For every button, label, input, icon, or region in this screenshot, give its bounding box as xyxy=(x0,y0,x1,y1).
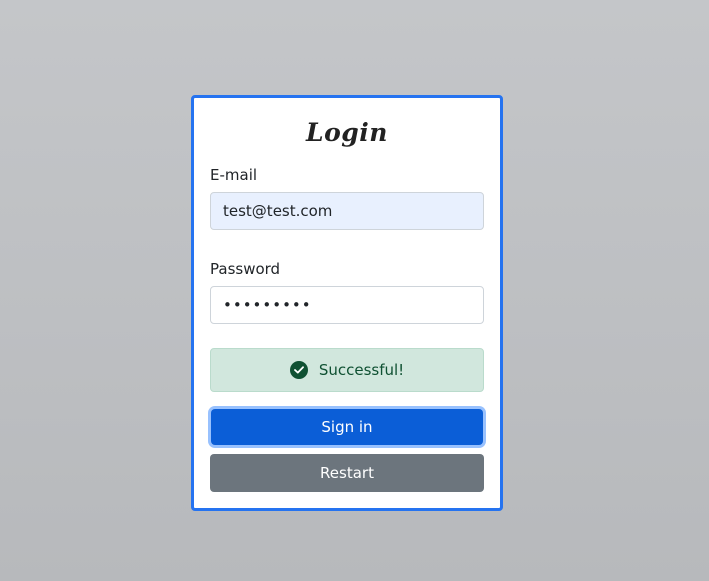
restart-button[interactable]: Restart xyxy=(210,454,484,492)
password-label: Password xyxy=(210,260,281,278)
alert-text: Successful! xyxy=(318,361,405,379)
check-circle-icon xyxy=(289,361,308,379)
email-field[interactable] xyxy=(210,192,484,230)
login-card: Login E-mail Password Successful! Sign i… xyxy=(191,95,503,511)
login-title: Login xyxy=(306,118,388,147)
email-label: E-mail xyxy=(210,166,258,184)
success-alert: Successful! xyxy=(210,348,484,392)
sign-in-button[interactable]: Sign in xyxy=(211,409,483,445)
password-field[interactable] xyxy=(210,286,484,324)
